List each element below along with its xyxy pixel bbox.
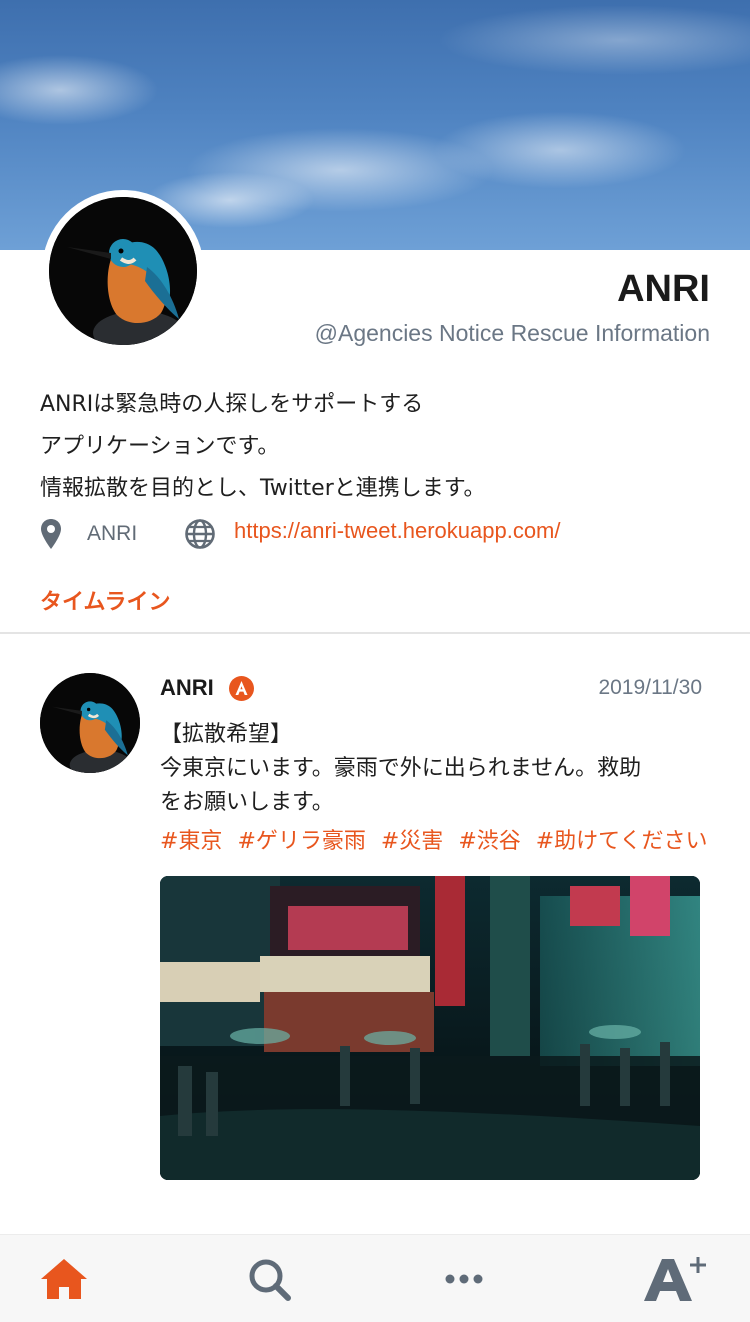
profile-handle: @Agencies Notice Rescue Information [314,320,710,346]
hashtag-link[interactable]: #災害 [381,829,443,854]
profile-location: ANRI [87,522,138,545]
post-author-name[interactable]: ANRI [160,675,214,701]
nav-more[interactable] [438,1253,490,1305]
nav-add-account[interactable] [640,1253,712,1305]
post-hashtags: #東京 #ゲリラ豪雨 #災害 #渋谷 #助けてください [160,823,716,855]
profile-name: ANRI [617,268,710,310]
add-account-icon [644,1257,706,1301]
bottom-nav [0,1234,750,1322]
post-image[interactable] [160,876,700,1180]
profile-meta: ANRI https://anri-tweet.herokuapp.com/ [38,514,728,554]
verified-a-badge-icon [229,676,254,701]
hashtag-link[interactable]: #助けてください [536,829,708,854]
globe-icon [184,518,216,554]
post-text-line: 【拡散希望】 [160,722,293,747]
search-icon [249,1259,291,1301]
more-icon [445,1274,483,1284]
bio-line: 情報拡散を目的とし、Twitterと連携します。 [40,476,486,501]
divider [0,632,750,634]
hashtag-link[interactable]: #ゲリラ豪雨 [237,829,365,854]
kingfisher-photo [40,673,140,773]
kingfisher-photo [49,197,197,345]
hashtag-link[interactable]: #渋谷 [458,829,520,854]
rainy-city-street-photo [160,876,700,1180]
website-link[interactable]: https://anri-tweet.herokuapp.com/ [234,518,561,544]
profile-avatar[interactable] [42,190,204,352]
bio-line: アプリケーションです。 [40,434,280,459]
home-icon [41,1259,87,1299]
profile-bio: ANRIは緊急時の人探しをサポートする アプリケーションです。 情報拡散を目的と… [40,384,486,510]
tab-timeline[interactable]: タイムライン [40,584,170,616]
nav-home[interactable] [38,1253,90,1305]
hashtag-link[interactable]: #東京 [160,829,222,854]
post-text-line: 今東京にいます。豪雨で外に出られません。救助 [160,756,642,781]
bio-line: ANRIは緊急時の人探しをサポートする [40,392,424,417]
map-pin-icon [40,518,62,554]
post-author-avatar[interactable] [40,673,140,773]
post-date: 2019/11/30 [598,676,702,699]
post-body: 【拡散希望】 今東京にいます。豪雨で外に出られません。救助 をお願いします。 [160,718,705,820]
post-text-line: をお願いします。 [160,790,334,815]
nav-search[interactable] [243,1253,295,1305]
